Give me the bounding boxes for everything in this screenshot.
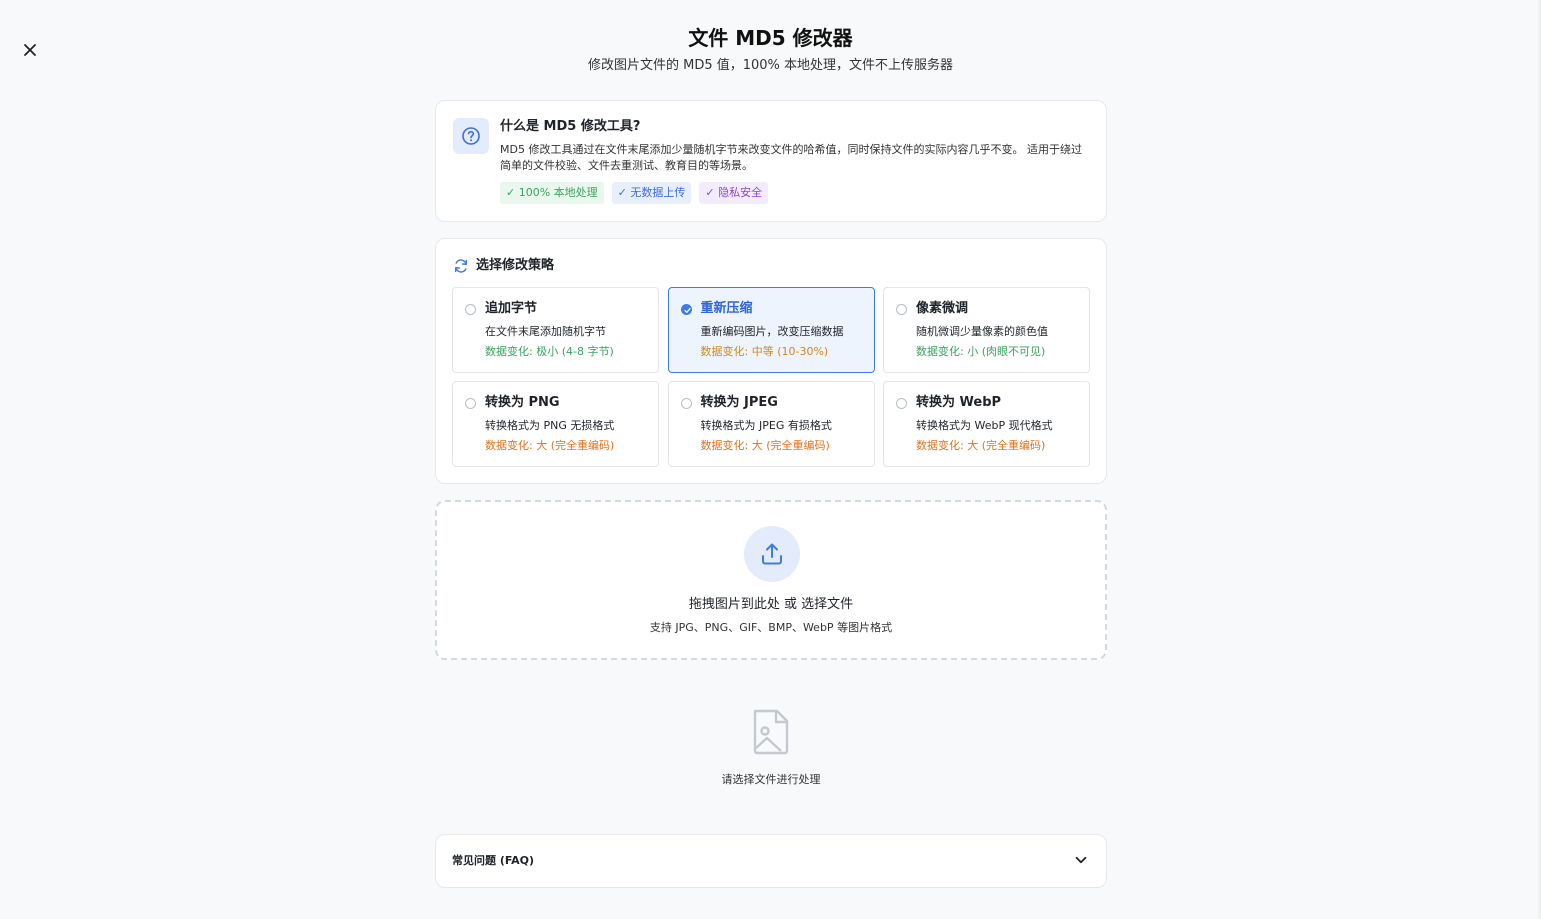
option-change: 数据变化: 大 (完全重编码) [485, 439, 615, 452]
help-circle-icon [462, 127, 480, 145]
option-convert-jpeg[interactable]: 转换为 JPEG 转换格式为 JPEG 有损格式 数据变化: 大 (完全重编码) [667, 381, 875, 467]
option-name: 像素微调 [916, 301, 969, 316]
drop-main-text: 拖拽图片到此处 或 选择文件 [688, 597, 854, 612]
strategy-card: 选择修改策略 追加字节 在文件末尾添加随机字节 数据变化: 极小 (4-8 字节… [435, 238, 1107, 484]
option-name: 转换为 JPEG [700, 395, 778, 410]
drop-hint-text: 支持 JPG、PNG、GIF、BMP、WebP 等图片格式 [649, 621, 893, 634]
upload-button[interactable] [744, 526, 800, 582]
radio-button[interactable] [896, 304, 907, 315]
option-change: 数据变化: 小 (肉眼不可见) [916, 345, 1046, 358]
info-icon-box [453, 118, 489, 154]
radio-button[interactable] [465, 304, 476, 315]
option-append-bytes[interactable]: 追加字节 在文件末尾添加随机字节 数据变化: 极小 (4-8 字节) [452, 287, 659, 373]
option-change: 数据变化: 极小 (4-8 字节) [485, 345, 614, 358]
radio-button[interactable] [896, 398, 907, 409]
window-edge [1537, 0, 1541, 919]
strategy-header: 选择修改策略 [453, 257, 554, 275]
faq-accordion[interactable]: 常见问题 (FAQ) [435, 834, 1107, 888]
check-icon [683, 307, 691, 313]
chevron-down-icon[interactable] [1074, 853, 1088, 867]
tag-no-upload: ✓ 无数据上传 [611, 182, 692, 204]
radio-button[interactable] [680, 398, 692, 409]
info-title: 什么是 MD5 修改工具? [500, 119, 641, 134]
option-description: 随机微调少量像素的颜色值 [916, 325, 1048, 338]
option-name: 追加字节 [485, 301, 538, 316]
option-description: 重新编码图片，改变压缩数据 [700, 325, 844, 338]
page-header: 文件 MD5 修改器 修改图片文件的 MD5 值，100% 本地处理，文件不上传… [0, 24, 1541, 75]
tag-local: ✓ 100% 本地处理 [500, 182, 604, 204]
info-description: MD5 修改工具通过在文件末尾添加少量随机字节来改变文件的哈希值，同时保持文件的… [500, 143, 1082, 172]
info-card: 什么是 MD5 修改工具? MD5 修改工具通过在文件末尾添加少量随机字节来改变… [435, 100, 1107, 222]
radio-button[interactable] [465, 398, 476, 409]
strategy-options: 追加字节 在文件末尾添加随机字节 数据变化: 极小 (4-8 字节) 重新压缩 … [452, 287, 1090, 467]
tag-privacy: ✓ 隐私安全 [699, 182, 769, 204]
empty-state: 请选择文件进行处理 [435, 708, 1107, 788]
option-pixel-tweak[interactable]: 像素微调 随机微调少量像素的颜色值 数据变化: 小 (肉眼不可见) [883, 287, 1090, 373]
option-description: 转换格式为 JPEG 有损格式 [700, 419, 832, 432]
option-name: 重新压缩 [700, 301, 753, 316]
option-description: 在文件末尾添加随机字节 [485, 325, 606, 338]
file-drop-zone[interactable]: 拖拽图片到此处 或 选择文件 支持 JPG、PNG、GIF、BMP、WebP 等… [435, 500, 1107, 660]
option-change: 数据变化: 中等 (10-30%) [700, 345, 829, 358]
faq-title: 常见问题 (FAQ) [452, 854, 535, 867]
option-description: 转换格式为 PNG 无损格式 [485, 419, 615, 432]
option-convert-webp[interactable]: 转换为 WebP 转换格式为 WebP 现代格式 数据变化: 大 (完全重编码) [883, 381, 1090, 467]
strategy-title: 选择修改策略 [476, 258, 555, 273]
upload-icon [762, 543, 782, 565]
page-subtitle: 修改图片文件的 MD5 值，100% 本地处理，文件不上传服务器 [587, 58, 954, 73]
option-change: 数据变化: 大 (完全重编码) [700, 439, 830, 452]
option-name: 转换为 PNG [485, 395, 560, 410]
feature-tags: ✓ 100% 本地处理 ✓ 无数据上传 ✓ 隐私安全 [500, 182, 769, 204]
option-description: 转换格式为 WebP 现代格式 [916, 419, 1053, 432]
page-title: 文件 MD5 修改器 [688, 26, 853, 50]
option-name: 转换为 WebP [916, 395, 1002, 410]
image-file-icon [753, 709, 789, 755]
option-change: 数据变化: 大 (完全重编码) [916, 439, 1046, 452]
refresh-icon [454, 259, 468, 273]
option-recompress[interactable]: 重新压缩 重新编码图片，改变压缩数据 数据变化: 中等 (10-30%) [667, 287, 875, 373]
empty-state-text: 请选择文件进行处理 [721, 773, 821, 786]
radio-button-checked[interactable] [680, 304, 692, 315]
option-convert-png[interactable]: 转换为 PNG 转换格式为 PNG 无损格式 数据变化: 大 (完全重编码) [452, 381, 659, 467]
